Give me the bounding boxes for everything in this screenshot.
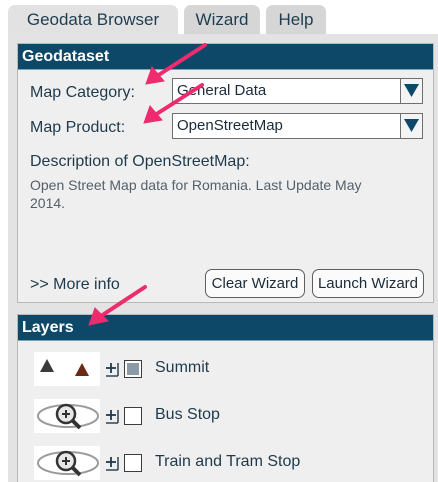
clear-wizard-button[interactable]: Clear Wizard: [205, 269, 305, 298]
map-category-select[interactable]: General Data: [172, 78, 423, 104]
layer-checkbox[interactable]: [124, 407, 142, 425]
layer-row: Train and Tram Stop: [18, 443, 433, 482]
layer-label: Train and Tram Stop: [155, 453, 301, 470]
layer-checkbox[interactable]: [124, 360, 142, 378]
launch-wizard-button[interactable]: Launch Wizard: [312, 269, 424, 298]
map-product-select[interactable]: OpenStreetMap: [172, 113, 423, 139]
layer-label: Summit: [155, 359, 210, 376]
summit-triangles-icon: [34, 352, 100, 386]
magnifier-eye-icon: [34, 399, 100, 433]
description-title: Description of OpenStreetMap:: [30, 153, 250, 170]
map-category-label: Map Category:: [30, 84, 135, 101]
dropdown-arrow-icon[interactable]: [400, 79, 422, 103]
expand-legend-icon[interactable]: [105, 408, 119, 424]
layer-label: Bus Stop: [155, 406, 220, 423]
dropdown-arrow-icon[interactable]: [400, 114, 422, 138]
layer-checkbox[interactable]: [124, 454, 142, 472]
map-product-value: OpenStreetMap: [177, 117, 283, 134]
layers-header: Layers: [18, 315, 433, 341]
map-category-value: General Data: [177, 82, 267, 99]
map-product-label: Map Product:: [30, 119, 126, 136]
expand-legend-icon[interactable]: [105, 455, 119, 471]
layer-row: Bus Stop: [18, 396, 433, 436]
layer-row: Summit: [18, 349, 433, 389]
geodataset-header: Geodataset: [18, 44, 433, 70]
expand-legend-icon[interactable]: [105, 361, 119, 377]
tab-help[interactable]: Help: [266, 5, 326, 36]
more-info-link[interactable]: >> More info: [30, 276, 120, 294]
tab-geodata-browser[interactable]: Geodata Browser: [8, 5, 178, 36]
geodataset-section: Geodataset Map Category: General Data Ma…: [17, 43, 434, 303]
tab-wizard[interactable]: Wizard: [184, 5, 260, 36]
layers-section: Layers Summit Bus Stop Train and Tram St…: [17, 314, 434, 482]
magnifier-eye-icon: [34, 446, 100, 480]
description-text: Open Street Map data for Romania. Last U…: [30, 177, 362, 211]
